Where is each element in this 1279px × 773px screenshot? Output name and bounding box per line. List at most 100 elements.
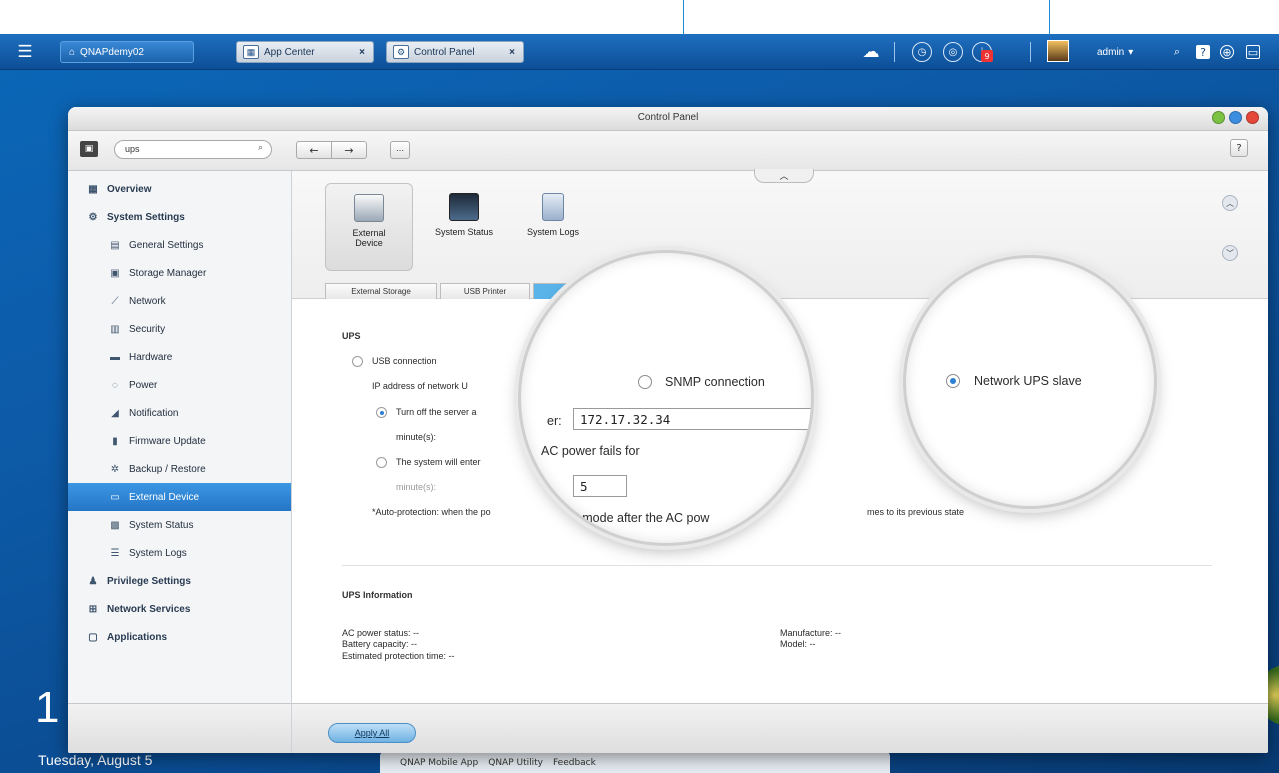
lock-icon: ▥ [110, 323, 120, 335]
sidebar-item-notification[interactable]: ◢ Notification [68, 399, 291, 427]
help-button[interactable]: ? [1230, 139, 1248, 157]
external-device-status-icon[interactable]: ◎ [943, 42, 963, 62]
sidebar-toggle-icon[interactable]: ▣ [80, 141, 98, 157]
nas-name-label: QNAPdemy02 [80, 46, 144, 58]
language-icon[interactable]: ⊕ [1220, 45, 1234, 59]
power-icon: ◌ [112, 379, 118, 391]
auto-protection-note: *Auto-protection: when the po [372, 507, 491, 517]
apply-all-button[interactable]: Apply All [328, 723, 416, 743]
standby-mode-radio[interactable] [376, 457, 387, 468]
sidebar-footer [68, 703, 292, 753]
network-services-icon: ⊞ [88, 603, 98, 615]
sidebar-item-applications[interactable]: ▢ Applications [68, 623, 291, 651]
sidebar-item-label: System Status [129, 519, 194, 531]
sidebar-item-overview[interactable]: ▦ Overview [68, 175, 291, 203]
system-status-icon: ▩ [110, 519, 120, 531]
sidebar-item-label: System Settings [107, 211, 185, 223]
dock-item-utility[interactable]: QNAP Utility [488, 758, 543, 768]
network-ups-slave-radio[interactable] [946, 374, 960, 388]
minimize-button[interactable] [1212, 111, 1225, 124]
sidebar-item-backup-restore[interactable]: ✲ Backup / Restore [68, 455, 291, 483]
section-divider [342, 565, 1212, 566]
help-icon[interactable]: ? [1196, 45, 1210, 59]
home-button[interactable]: ⌂ QNAPdemy02 [60, 41, 194, 63]
cloud-icon[interactable]: ☁ [861, 42, 881, 62]
sidebar-item-hardware[interactable]: ▬ Hardware [68, 343, 291, 371]
maximize-button[interactable] [1229, 111, 1242, 124]
dock-item-feedback[interactable]: Feedback [553, 758, 596, 768]
sidebar-item-label: Notification [129, 407, 179, 419]
tab-usb-printer[interactable]: USB Printer [440, 283, 530, 299]
desktop-preferences-icon[interactable]: ▭ [1246, 45, 1260, 59]
device-icon-band: External Device System Status System Log… [292, 171, 1268, 299]
snmp-connection-radio[interactable] [638, 375, 652, 389]
sidebar-item-label: Network [129, 295, 166, 307]
turn-off-server-radio[interactable] [376, 407, 387, 418]
device-item-label: External [352, 228, 386, 238]
taskbar-tab-app-center[interactable]: ▦ App Center × [236, 41, 374, 63]
device-item-external-device[interactable]: External Device [325, 183, 413, 271]
minutes-label: minute(s): [396, 482, 437, 492]
sidebar-item-power[interactable]: ◌ Power [68, 371, 291, 399]
device-item-system-status[interactable]: System Status [422, 183, 506, 271]
sidebar-item-label: Applications [107, 631, 168, 643]
sidebar-item-label: Security [129, 323, 166, 335]
desktop-dock: QNAP Mobile App QNAP Utility Feedback [380, 752, 890, 773]
user-menu[interactable]: admin ▾ [1097, 41, 1133, 63]
footer-bar: Apply All [292, 703, 1268, 753]
auto-protection-fragment: ection" mode after the AC pow [541, 511, 710, 525]
sidebar-item-system-settings[interactable]: ⚙ System Settings [68, 203, 291, 231]
background-task-icon[interactable]: ◷ [912, 42, 932, 62]
usb-connection-radio[interactable] [352, 356, 363, 367]
chevron-down-icon: ▾ [1128, 46, 1134, 58]
sidebar-item-storage-manager[interactable]: ▣ Storage Manager [68, 259, 291, 287]
snmp-connection-label: SNMP connection [665, 375, 765, 389]
notification-count-badge: 9 [981, 50, 993, 62]
sidebar-item-network-services[interactable]: ⊞ Network Services [68, 595, 291, 623]
avatar[interactable] [1047, 40, 1069, 62]
ups-ip-address-input[interactable]: 172.17.32.34 [573, 408, 811, 430]
sidebar-item-label: Power [129, 379, 158, 391]
standby-mode-label: The system will enter [396, 457, 481, 467]
battery-capacity: Battery capacity: -- [342, 639, 418, 649]
all-apps-button[interactable]: ⋯ [390, 141, 410, 159]
auto-protection-note-end: mes to its previous state [867, 507, 965, 517]
sidebar-item-security[interactable]: ▥ Security [68, 315, 291, 343]
close-icon[interactable]: × [509, 47, 515, 58]
sidebar-item-privilege-settings[interactable]: ♟ Privilege Settings [68, 567, 291, 595]
magnifier-snmp: SNMP connection er: 172.17.32.34 AC powe… [521, 253, 811, 543]
tab-external-storage[interactable]: External Storage [325, 283, 437, 299]
desktop-clock: 1 [35, 683, 60, 732]
back-button[interactable]: ← [296, 141, 332, 159]
main-menu-icon[interactable]: ☰ [12, 41, 38, 63]
sidebar-item-general-settings[interactable]: ▤ General Settings [68, 231, 291, 259]
search-input[interactable]: ups [114, 140, 272, 159]
taskbar-tab-control-panel[interactable]: ⚙ Control Panel × [386, 41, 524, 63]
sidebar-item-system-logs[interactable]: ☰ System Logs [68, 539, 291, 567]
sidebar-item-system-status[interactable]: ▩ System Status [68, 511, 291, 539]
manufacture: Manufacture: -- [780, 628, 842, 638]
device-item-system-logs[interactable]: System Logs [518, 183, 588, 271]
gear-icon: ⚙ [88, 211, 98, 223]
dock-item-mobile-app[interactable]: QNAP Mobile App [400, 758, 478, 768]
sidebar-item-network[interactable]: ⟋ Network [68, 287, 291, 315]
sidebar-item-firmware-update[interactable]: ▮ Firmware Update [68, 427, 291, 455]
document-icon [542, 193, 564, 221]
search-icon[interactable]: ⌕ [258, 143, 263, 153]
user-icon: ♟ [88, 575, 98, 587]
sidebar-item-external-device[interactable]: ▭ External Device [68, 483, 291, 511]
scroll-down-icon[interactable]: ﹀ [1222, 245, 1238, 261]
minutes-input[interactable]: 5 [573, 475, 627, 497]
search-icon[interactable]: ⌕ [1170, 45, 1184, 59]
applications-icon: ▢ [88, 631, 98, 643]
ip-address-label: IP address of network U [372, 381, 468, 391]
estimated-protection-time: Estimated protection time: -- [342, 651, 455, 661]
usb-connection-label: USB connection [372, 356, 437, 366]
forward-button[interactable]: → [331, 141, 367, 159]
external-device-icon [354, 194, 384, 222]
close-button[interactable] [1246, 111, 1259, 124]
collapse-panel-button[interactable]: ︿ [754, 169, 814, 183]
scroll-up-icon[interactable]: ︿ [1222, 195, 1238, 211]
close-icon[interactable]: × [359, 47, 365, 58]
toolbar-separator [894, 42, 895, 62]
